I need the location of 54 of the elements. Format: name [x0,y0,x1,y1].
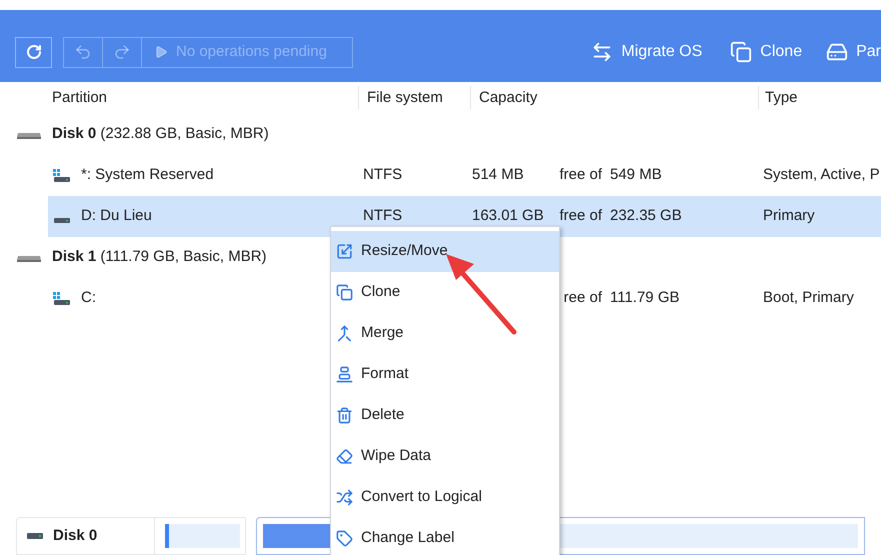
free-of-label: ree of [564,288,602,308]
menu-item[interactable]: Clone [331,272,559,313]
redo-icon [113,43,131,61]
partition-name: D: Du Lieu [81,206,152,226]
total-size-cell: 232.35 GB [610,207,682,224]
disk-label: Disk 1 (111.79 GB, Basic, MBR) [52,247,267,268]
menu-item[interactable]: Delete [331,395,559,436]
type-cell: System, Active, P [763,166,880,184]
free-of-label: free of [559,165,602,186]
copy-icon [730,41,752,63]
windows-drive-icon [53,292,71,306]
file-system-cell: NTFS [363,166,402,184]
menu-item-icon [336,284,353,301]
disk-map-label: Disk 0 [53,526,98,546]
menu-item[interactable]: Wipe Data [331,436,559,477]
menu-item-icon [336,366,353,383]
type-cell: Boot, Primary [763,289,854,306]
used-size-cell: 163.01 GB [472,207,544,224]
menu-item-icon [336,243,353,260]
menu-item-icon [336,407,353,424]
total-size-cell: 549 MB [610,166,662,184]
disk-label: Disk 0 (232.88 GB, Basic, MBR) [52,124,269,144]
menu-item-icon [336,448,353,465]
refresh-icon [26,44,42,60]
drive-icon [53,218,71,224]
toolbar-action[interactable]: Migrate OS [591,40,702,64]
windows-drive-icon [53,168,71,182]
menu-item-icon [336,530,353,547]
column-header[interactable]: Type [765,86,798,110]
menu-item[interactable]: Format [331,354,559,395]
used-size-cell: 514 MB [472,166,524,184]
column-header[interactable]: Capacity [479,86,538,110]
menu-item[interactable]: Convert to Logical [331,477,559,518]
partition-name: C: [81,288,96,308]
free-of-label: free of [559,206,602,226]
play-icon [154,45,168,59]
partition-bar[interactable] [165,524,240,548]
column-header[interactable]: File system [367,86,443,110]
menu-item-icon [336,489,353,506]
undo-icon [74,43,92,61]
menu-item[interactable]: Merge [331,313,559,354]
menu-item[interactable]: Resize/Move [331,231,559,272]
column-header[interactable]: Partition [52,86,108,110]
total-size-cell: 111.79 GB [610,289,680,306]
menu-item[interactable]: Change Label [331,518,559,555]
type-cell: Primary [763,207,815,224]
drive-icon [27,532,43,540]
toolbar-action[interactable]: Clone [730,40,802,64]
file-system-cell: NTFS [363,207,402,224]
toolbar-action[interactable]: Par [826,40,881,64]
refresh-button[interactable] [15,36,52,68]
menu-item-icon [336,325,353,342]
partition-name: *: System Reserved [81,165,214,186]
disk-map-card[interactable]: Disk 0 [16,517,246,555]
